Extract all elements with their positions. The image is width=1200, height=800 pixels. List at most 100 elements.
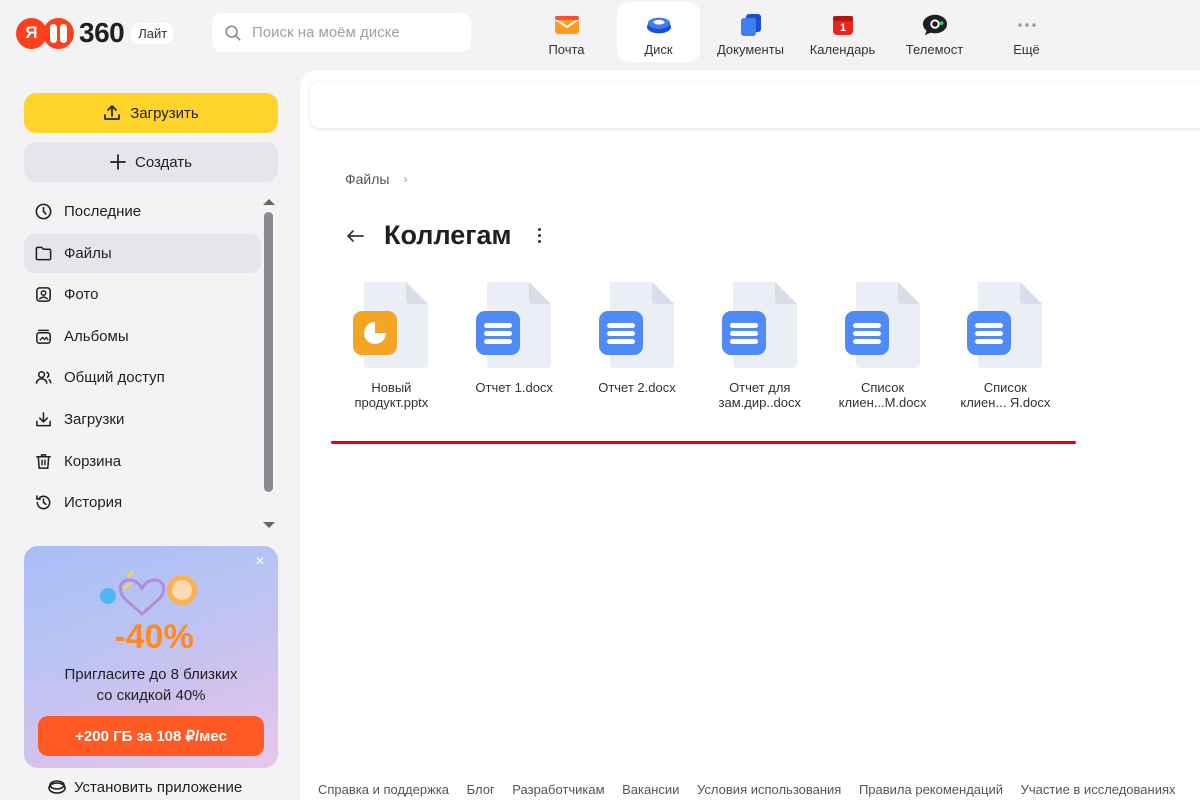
plus-icon: [110, 154, 126, 170]
scroll-down-arrow-icon[interactable]: [263, 522, 275, 528]
clock-icon: [35, 203, 52, 220]
sidebar-item-history[interactable]: История: [24, 483, 261, 522]
service-label: Документы: [716, 42, 784, 57]
footer-link-recommendations[interactable]: Правила рекомендаций: [859, 782, 1003, 797]
promo-text: Пригласите до 8 близких со скидкой 40%: [24, 664, 278, 706]
file-item[interactable]: Отчет 2.docx: [576, 280, 699, 410]
service-disk[interactable]: Диск: [617, 2, 700, 62]
file-name: Отчет для зам.дир..docx: [701, 380, 819, 410]
file-name-line: Отчет 2.docx: [598, 380, 676, 395]
albums-icon: [36, 329, 51, 344]
document-file-icon: [598, 282, 674, 368]
create-button[interactable]: Создать: [24, 142, 278, 182]
footer-link-blog[interactable]: Блог: [467, 782, 495, 797]
service-mail[interactable]: Почта: [525, 2, 608, 62]
main-content: Файлы › Коллегам Новый продукт.pptx Отче…: [300, 70, 1200, 800]
file-name: Отчет 1.docx: [455, 380, 573, 395]
logo-text: 360: [79, 17, 125, 48]
file-name-line: Список: [983, 380, 1027, 395]
family-promo-banner: × -40% Пригласите до 8 близких со скидко…: [24, 546, 278, 768]
logo-360-circle-icon: [43, 17, 74, 49]
sidebar-item-downloads[interactable]: Загрузки: [24, 400, 261, 439]
more-icon: [1014, 12, 1040, 38]
service-telemost[interactable]: Телемост: [893, 2, 976, 62]
footer-link-help[interactable]: Справка и поддержка: [318, 782, 449, 797]
history-icon: [36, 495, 51, 510]
file-name-line: клиен...М.docx: [838, 395, 927, 410]
services-bar: Почта Диск Документы 1 Календарь Телемос…: [525, 2, 1077, 64]
service-documents[interactable]: Документы: [709, 2, 792, 62]
sidebar-item-label: Корзина: [64, 452, 122, 470]
footer-link-jobs[interactable]: Вакансии: [622, 782, 679, 797]
document-file-icon: [476, 282, 552, 368]
calendar-icon: 1: [830, 12, 856, 38]
toolbar: [310, 82, 1200, 128]
more-vertical-icon[interactable]: [530, 224, 550, 248]
close-icon[interactable]: ×: [252, 554, 268, 570]
document-file-icon: [844, 282, 920, 368]
sidebar-item-label: Загрузки: [64, 410, 125, 428]
breadcrumb-chevron-icon: ›: [403, 172, 408, 186]
file-item[interactable]: Новый продукт.pptx: [330, 280, 453, 410]
red-underline-annotation: [331, 441, 1076, 444]
discount-illustration: -40%: [100, 570, 197, 656]
sidebar-item-files[interactable]: Файлы: [24, 233, 261, 273]
app-icon: [48, 780, 66, 794]
title-row: Коллегам: [345, 220, 550, 251]
service-label: Почта: [548, 42, 585, 57]
document-file-icon: [721, 282, 797, 368]
breadcrumb-files[interactable]: Файлы: [345, 171, 389, 187]
footer-link-developers[interactable]: Разработчикам: [512, 782, 604, 797]
promo-buy-button[interactable]: +200 ГБ за 108 ₽/мес: [38, 716, 264, 756]
service-label: Диск: [644, 42, 673, 57]
folder-icon: [35, 246, 52, 261]
sidebar-item-label: Последние: [64, 203, 142, 220]
upload-icon: [104, 105, 121, 120]
file-item[interactable]: Список клиен...М.docx: [821, 280, 944, 410]
sidebar: Загрузить Создать Последние Файлы Фото А…: [0, 70, 300, 800]
calendar-badge: 1: [839, 22, 845, 34]
upload-label: Загрузить: [130, 104, 199, 122]
file-name-line: клиен... Я.docx: [960, 395, 1051, 410]
upload-button[interactable]: Загрузить: [24, 93, 278, 133]
disk-icon: [646, 12, 672, 38]
file-name: Отчет 2.docx: [578, 380, 696, 395]
file-name-line: Отчет для: [729, 380, 791, 395]
shared-icon: [35, 371, 52, 385]
document-file-icon: [967, 282, 1043, 368]
scroll-up-arrow-icon[interactable]: [263, 199, 275, 205]
file-name-line: зам.дир..docx: [718, 395, 802, 410]
service-label: Ещё: [1013, 42, 1040, 57]
install-app-link[interactable]: Установить приложение: [48, 778, 242, 796]
file-item[interactable]: Список клиен... Я.docx: [944, 280, 1067, 410]
footer-link-research[interactable]: Участие в исследованиях: [1021, 782, 1176, 797]
search-input[interactable]: [252, 24, 462, 41]
service-more[interactable]: Ещё: [985, 2, 1068, 62]
sidebar-item-photo[interactable]: Фото: [24, 275, 261, 314]
sidebar-scrollbar[interactable]: [264, 212, 273, 492]
mail-icon: [553, 12, 580, 38]
sidebar-item-shared[interactable]: Общий доступ: [24, 358, 261, 397]
search-box[interactable]: [212, 13, 471, 52]
file-name-line: Список: [860, 380, 905, 395]
top-header: Я 360 Лайт Почта Диск Документы: [0, 0, 1200, 70]
sidebar-item-label: Общий доступ: [64, 369, 165, 387]
yandex-360-logo[interactable]: Я 360 Лайт: [16, 17, 175, 49]
back-arrow-icon[interactable]: [345, 225, 367, 247]
file-name-line: Отчет 1.docx: [475, 380, 553, 395]
sidebar-item-recent[interactable]: Последние: [24, 192, 261, 231]
service-calendar[interactable]: 1 Календарь: [801, 2, 884, 62]
file-item[interactable]: Отчет для зам.дир..docx: [698, 280, 821, 410]
photo-icon: [36, 287, 51, 303]
file-item[interactable]: Отчет 1.docx: [453, 280, 576, 410]
promo-text-line: со скидкой 40%: [96, 687, 206, 704]
file-name: Список клиен...М.docx: [824, 380, 942, 410]
page-title: Коллегам: [384, 220, 512, 250]
footer-link-terms[interactable]: Условия использования: [697, 782, 841, 797]
trash-icon: [36, 453, 51, 469]
telemost-icon: [922, 12, 948, 38]
sidebar-item-albums[interactable]: Альбомы: [24, 317, 261, 356]
file-name: Новый продукт.pptx: [332, 380, 450, 410]
create-label: Создать: [134, 153, 192, 171]
sidebar-item-trash[interactable]: Корзина: [24, 442, 261, 481]
